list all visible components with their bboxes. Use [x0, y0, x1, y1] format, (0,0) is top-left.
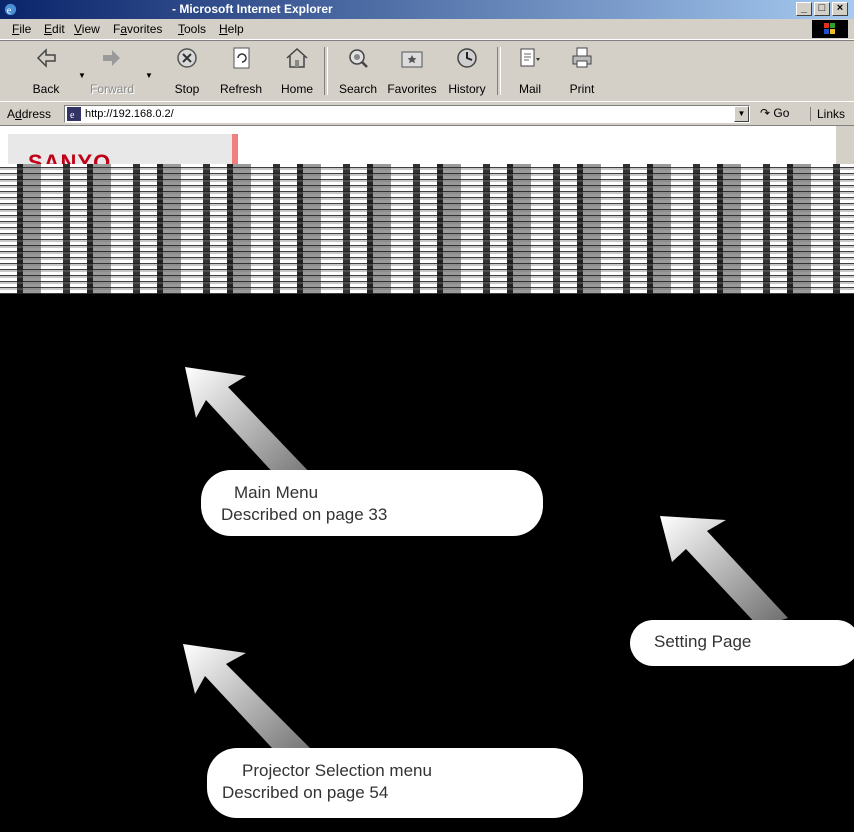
callout-description: Described on page 54	[222, 783, 389, 802]
callout-title: Main Menu	[234, 483, 319, 502]
callout-title: Projector Selection menu	[242, 761, 432, 780]
callout-description: Described on page 33	[221, 505, 388, 524]
main-menu-callout: Main Menu Described on page 33	[201, 470, 543, 536]
projector-selection-arrow-icon	[183, 644, 315, 763]
projector-selection-callout: Projector Selection menu Described on pa…	[207, 748, 583, 818]
setting-page-arrow-icon	[660, 516, 788, 627]
callout-title: Setting Page	[654, 632, 752, 651]
setting-page-callout: Setting Page	[630, 620, 854, 666]
annotation-arrows	[183, 367, 788, 763]
